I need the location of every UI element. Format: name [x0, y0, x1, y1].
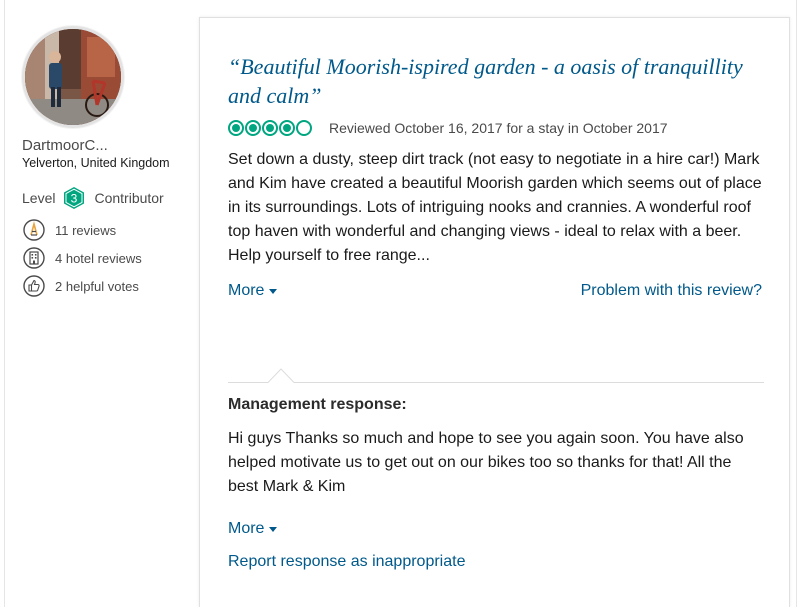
stat-text: 2 helpful votes [55, 278, 139, 294]
management-response: Management response: Hi guys Thanks so m… [228, 396, 762, 571]
problem-with-review-link[interactable]: Problem with this review? [581, 282, 762, 300]
pencil-icon [22, 219, 46, 241]
member-stats: 11 reviews 4 hotel reviews 2 helpful vot… [22, 219, 192, 297]
thumbs-up-icon [22, 275, 46, 297]
management-response-text: Hi guys Thanks so much and hope to see y… [228, 430, 744, 495]
review-title[interactable]: “Beautiful Moorish-ispired garden - a oa… [228, 52, 762, 110]
avatar[interactable] [22, 26, 124, 128]
level-number: 3 [71, 192, 78, 206]
response-divider [228, 367, 764, 383]
level-label: Level [22, 190, 56, 206]
avatar-image [25, 29, 121, 125]
review-page: DartmoorC... Yelverton, United Kingdom L… [0, 0, 800, 607]
review-body: Set down a dusty, steep dirt track (not … [228, 151, 762, 264]
rating-bubble-filled-icon [228, 120, 244, 136]
review-date: Reviewed October 16, 2017 for a stay in … [329, 120, 668, 136]
rating-bubbles [228, 120, 313, 136]
caret-down-icon [269, 527, 278, 532]
rating-bubble-filled-icon [279, 120, 295, 136]
hotel-icon [22, 247, 46, 269]
response-more-link[interactable]: More [228, 520, 278, 538]
report-response-link[interactable]: Report response as inappropriate [228, 553, 465, 570]
username[interactable]: DartmoorC... [22, 137, 192, 154]
stat-text: 11 reviews [55, 222, 117, 238]
more-label: More [228, 520, 265, 537]
user-location: Yelverton, United Kingdom [22, 156, 170, 170]
stat-helpful-votes: 2 helpful votes [22, 275, 192, 297]
level-row: Level 3 Contributor [22, 186, 192, 210]
level-badge-icon: 3 [63, 186, 85, 210]
rating-bubble-filled-icon [245, 120, 261, 136]
member-info: DartmoorC... Yelverton, United Kingdom L… [22, 26, 192, 297]
review-card: “Beautiful Moorish-ispired garden - a oa… [199, 17, 790, 607]
rating-bubble-empty-icon [296, 120, 312, 136]
review-content: “Beautiful Moorish-ispired garden - a oa… [228, 52, 762, 300]
level-title: Contributor [94, 190, 164, 206]
stat-text: 4 hotel reviews [55, 250, 142, 266]
divider-notch-icon [228, 368, 764, 383]
stat-reviews: 11 reviews [22, 219, 192, 241]
review-more-link[interactable]: More [228, 282, 278, 300]
review-actions: More Problem with this review? [228, 282, 762, 300]
management-response-title: Management response: [228, 396, 407, 413]
more-label: More [228, 282, 265, 299]
caret-down-icon [269, 289, 278, 294]
stat-hotel-reviews: 4 hotel reviews [22, 247, 192, 269]
rating-row: Reviewed October 16, 2017 for a stay in … [228, 120, 762, 136]
rating-bubble-filled-icon [262, 120, 278, 136]
